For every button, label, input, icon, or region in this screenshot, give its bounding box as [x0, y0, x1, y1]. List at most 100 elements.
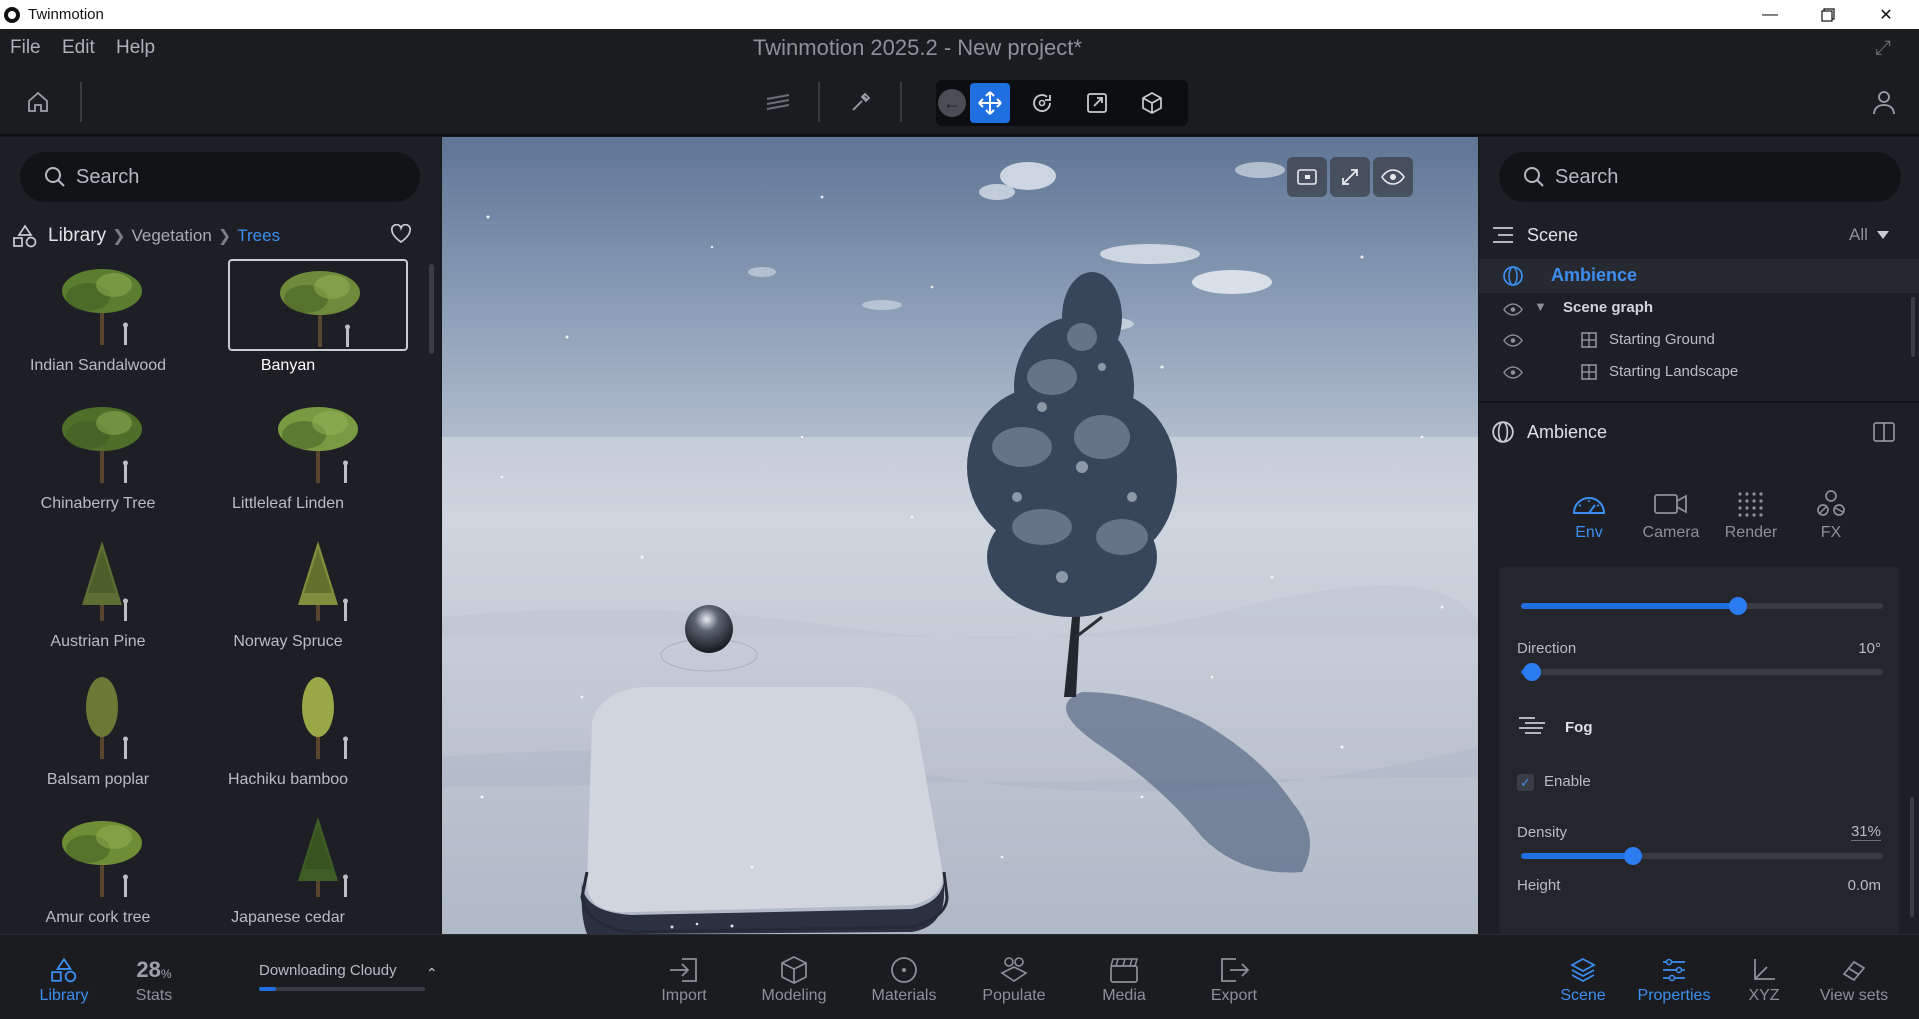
library-item[interactable]: Banyan: [210, 259, 408, 397]
rotate-tool-icon[interactable]: [1024, 85, 1060, 121]
eye-icon[interactable]: [1503, 303, 1523, 316]
search-icon: [45, 167, 65, 187]
density-slider[interactable]: [1521, 847, 1883, 865]
chevron-up-icon[interactable]: ⌃: [426, 965, 438, 982]
list-icon: [1493, 227, 1513, 243]
wind-slider[interactable]: [1521, 597, 1883, 615]
dock-media-button[interactable]: Media: [1074, 953, 1174, 1005]
density-value[interactable]: 31%: [1850, 823, 1881, 841]
3d-viewport[interactable]: [442, 137, 1478, 934]
library-item[interactable]: Balsam poplar: [0, 673, 198, 811]
home-icon[interactable]: [20, 84, 56, 120]
pivot-tool-icon[interactable]: [1134, 85, 1170, 121]
dock-export-button[interactable]: Export: [1184, 953, 1284, 1005]
tree-thumbnail: [12, 811, 192, 903]
library-item[interactable]: Indian Sandalwood: [0, 259, 198, 397]
direction-slider[interactable]: [1521, 663, 1883, 681]
search-icon: [1524, 167, 1544, 187]
breadcrumb-vegetation[interactable]: Vegetation: [131, 226, 211, 246]
scale-tool-icon[interactable]: [1079, 85, 1115, 121]
library-search-input[interactable]: Search: [20, 152, 420, 202]
favorite-heart-icon[interactable]: [390, 223, 412, 249]
library-scrollbar[interactable]: [429, 264, 434, 354]
dock-scene-button[interactable]: Scene: [1533, 953, 1633, 1005]
tree-thumbnail: [228, 535, 408, 627]
breadcrumb-library[interactable]: Library: [48, 225, 106, 247]
properties-panel: Search Scene All Ambience ▼ Scene graph …: [1479, 137, 1919, 934]
scene-filter-dropdown[interactable]: All: [1849, 223, 1890, 247]
move-tool-icon[interactable]: [970, 83, 1010, 123]
dock-materials-button[interactable]: Materials: [854, 953, 954, 1005]
dock-import-label: Import: [661, 987, 707, 1004]
library-item[interactable]: Austrian Pine: [0, 535, 198, 673]
back-arrow-icon[interactable]: ←: [938, 89, 966, 117]
viewport-screenshot-icon[interactable]: [1287, 157, 1327, 197]
viewport-maximize-icon[interactable]: [1330, 157, 1370, 197]
cube-icon: [781, 956, 807, 984]
eyedropper-icon[interactable]: [843, 84, 879, 120]
tree-thumbnail: [12, 673, 192, 765]
fog-enable-checkbox[interactable]: ✓: [1517, 774, 1534, 791]
panel-divider: [1479, 401, 1919, 403]
expand-triangle-icon[interactable]: ▼: [1534, 299, 1547, 314]
dock-populate-button[interactable]: Populate: [964, 953, 1064, 1005]
library-item-label: Banyan: [260, 357, 316, 374]
globe-icon: [1503, 266, 1523, 286]
breadcrumb-trees[interactable]: Trees: [237, 226, 280, 246]
tree-item-scene-graph[interactable]: ▼ Scene graph: [1479, 295, 1919, 323]
user-account-icon[interactable]: [1866, 84, 1902, 120]
asset-grid: Indian Sandalwood Banyan Chinaberry Tree…: [0, 259, 425, 934]
chevron-right-icon: ❯: [112, 228, 126, 245]
download-status-text: Downloading Cloudy: [259, 962, 397, 979]
stats-unit: %: [160, 967, 172, 981]
tab-camera[interactable]: Camera: [1636, 489, 1706, 542]
tab-env[interactable]: Env: [1559, 489, 1619, 542]
minimize-icon[interactable]: —: [1741, 0, 1799, 29]
properties-scrollbar[interactable]: [1910, 797, 1914, 917]
library-item-label: Norway Spruce: [233, 633, 343, 650]
fullscreen-icon[interactable]: ⤢: [1875, 37, 1891, 60]
library-item[interactable]: Hachiku bamboo: [210, 673, 408, 811]
tree-item-ambience[interactable]: Ambience: [1479, 259, 1919, 293]
dock-properties-button[interactable]: Properties: [1624, 953, 1724, 1005]
density-label: Density: [1517, 824, 1568, 841]
view-sets-icon: [1842, 960, 1866, 982]
close-icon[interactable]: ✕: [1857, 0, 1915, 29]
library-item[interactable]: Japanese cedar: [210, 811, 408, 934]
eye-icon[interactable]: [1503, 366, 1523, 379]
library-item[interactable]: Chinaberry Tree: [0, 397, 198, 535]
dock-properties-label: Properties: [1637, 987, 1711, 1004]
eye-icon[interactable]: [1503, 334, 1523, 347]
viewport-visibility-icon[interactable]: [1373, 157, 1413, 197]
scene-search-input[interactable]: Search: [1499, 152, 1901, 202]
tree-thumbnail: [228, 673, 408, 765]
tab-fx-label: FX: [1820, 524, 1842, 541]
tree-thumbnail: [12, 397, 192, 489]
dock-modeling-button[interactable]: Modeling: [744, 953, 844, 1005]
height-value[interactable]: 0.0m: [1848, 877, 1881, 894]
object-icon: [1581, 332, 1597, 348]
scene-tree-scrollbar[interactable]: [1911, 297, 1915, 357]
density-slider-knob[interactable]: [1624, 847, 1642, 865]
panel-layout-icon[interactable]: [1873, 422, 1895, 442]
wind-slider-knob[interactable]: [1729, 597, 1747, 615]
direction-slider-knob[interactable]: [1523, 663, 1541, 681]
restore-icon[interactable]: [1799, 0, 1857, 29]
direction-value[interactable]: 10°: [1858, 640, 1881, 657]
tab-render[interactable]: Render: [1716, 489, 1786, 542]
dock-library-label: Library: [39, 987, 89, 1004]
library-item[interactable]: Littleleaf Linden: [210, 397, 408, 535]
dock-stats-label: Stats: [135, 987, 173, 1004]
tree-item-starting-ground[interactable]: Starting Ground: [1479, 327, 1919, 355]
dock-xyz-button[interactable]: XYZ: [1714, 953, 1814, 1005]
dock-import-button[interactable]: Import: [634, 953, 734, 1005]
search-placeholder: Search: [1555, 165, 1619, 188]
library-item[interactable]: Norway Spruce: [210, 535, 408, 673]
tab-fx[interactable]: FX: [1801, 489, 1861, 542]
dock-stats-button[interactable]: 28% Stats: [104, 953, 204, 1005]
tree-item-starting-landscape[interactable]: Starting Landscape: [1479, 359, 1919, 387]
layers-icon[interactable]: [760, 84, 796, 120]
scene-filter-value: All: [1849, 225, 1868, 244]
dock-view-sets-button[interactable]: View sets: [1804, 953, 1904, 1005]
dock-library-button[interactable]: Library: [14, 953, 114, 1005]
